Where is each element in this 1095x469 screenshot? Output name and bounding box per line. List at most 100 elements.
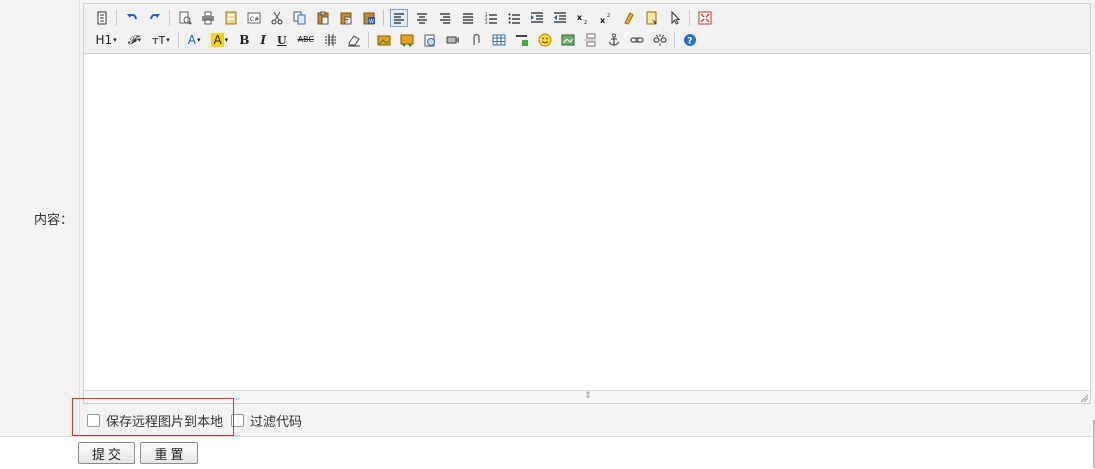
svg-text:2: 2 — [584, 20, 587, 25]
attachment-icon[interactable] — [467, 31, 485, 49]
fullscreen-icon[interactable] — [696, 9, 714, 27]
editor-toolbar: C# T W 1 2 3 x 2 x 2 H1 ▾ 𝓕 ▾ тT ▾ A ▾ A ▾ B I U ABC? — [84, 4, 1090, 54]
superscript-icon[interactable]: x2 — [597, 9, 615, 27]
toolbar-separator — [169, 10, 170, 26]
preview-icon[interactable] — [176, 9, 194, 27]
underline-icon[interactable]: U — [274, 31, 290, 49]
outdent-icon-glyph — [553, 12, 566, 23]
heading-icon[interactable]: H1 ▾ — [93, 31, 120, 49]
source-code-icon[interactable] — [93, 9, 111, 27]
label-column: 内容： — [0, 0, 80, 436]
source-code-icon-glyph — [97, 11, 106, 25]
copy-icon-glyph — [293, 11, 305, 25]
print-icon[interactable] — [199, 9, 217, 27]
media-icon[interactable] — [444, 31, 462, 49]
submit-button[interactable]: 提交 — [78, 442, 135, 464]
toolbar-separator — [116, 10, 117, 26]
vertical-resize-handle-icon[interactable]: ⇕ — [584, 392, 592, 401]
clear-format-icon[interactable] — [620, 9, 638, 27]
unlink-icon-glyph — [653, 34, 667, 46]
paste-icon[interactable] — [314, 9, 332, 27]
anchor-icon-glyph — [608, 33, 620, 46]
toolbar-row-1: C# T W 1 2 3 x 2 x 2 — [90, 7, 1090, 29]
fullscreen-icon-glyph — [698, 11, 711, 25]
eraser-icon[interactable] — [345, 31, 363, 49]
resize-grip-icon[interactable] — [1079, 393, 1089, 403]
save-remote-images-option[interactable]: 保存远程图片到本地 — [83, 411, 223, 430]
undo-icon-glyph — [126, 14, 137, 20]
font-family-icon[interactable]: 𝓕 ▾ — [125, 31, 144, 49]
multi-image-icon-glyph — [400, 34, 414, 47]
text-color-icon[interactable]: A ▾ — [185, 31, 204, 49]
dropdown-caret-icon: ▾ — [166, 35, 170, 44]
insert-icon-glyph — [515, 35, 528, 46]
flash-icon-glyph — [424, 34, 435, 47]
highlight-color-icon[interactable]: A ▾ — [208, 31, 231, 49]
unlink-icon[interactable] — [651, 31, 669, 49]
rich-text-editor: C# T W 1 2 3 x 2 x 2 H1 ▾ 𝓕 ▾ тT ▾ A ▾ A ▾ B I U ABC? ⇕ — [83, 3, 1091, 404]
cut-icon[interactable] — [268, 9, 286, 27]
subscript-icon[interactable]: x2 — [574, 9, 592, 27]
bold-icon[interactable]: B — [236, 31, 252, 49]
page-break-icon[interactable] — [582, 31, 600, 49]
content-column: C# T W 1 2 3 x 2 x 2 H1 ▾ 𝓕 ▾ тT ▾ A ▾ A ▾ B I U ABC? ⇕ 保存远程图片… — [80, 0, 1095, 436]
paste-icon-glyph — [317, 11, 328, 25]
toolbar-row-2: H1 ▾ 𝓕 ▾ тT ▾ A ▾ A ▾ B I U ABC? — [90, 29, 1090, 51]
template-icon-glyph — [225, 11, 236, 25]
toolbar-separator — [689, 10, 690, 26]
attachment-icon-glyph — [473, 33, 480, 45]
select-all-icon[interactable] — [643, 9, 661, 27]
reset-button[interactable]: 重置 — [140, 442, 198, 464]
toolbar-separator — [674, 32, 676, 48]
multi-image-icon[interactable] — [398, 31, 416, 49]
strikethrough-icon[interactable]: ABC — [295, 31, 317, 49]
image-icon[interactable] — [375, 31, 393, 49]
link-icon[interactable] — [628, 31, 646, 49]
align-right-icon-glyph — [439, 13, 450, 24]
indent-icon[interactable] — [528, 9, 546, 27]
copy-icon[interactable] — [291, 9, 309, 27]
filter-code-label: 过滤代码 — [250, 414, 303, 430]
horizontal-rule-icon[interactable] — [322, 31, 340, 49]
help-icon[interactable]: ? — [681, 31, 699, 49]
unordered-list-icon[interactable] — [505, 9, 523, 27]
table-icon[interactable] — [490, 31, 508, 49]
align-center-icon[interactable] — [413, 9, 431, 27]
dropdown-caret-icon: ▾ — [137, 35, 142, 44]
outdent-icon[interactable] — [551, 9, 569, 27]
help-icon-glyph: ? — [683, 34, 696, 47]
undo-icon[interactable] — [123, 9, 141, 27]
save-remote-images-checkbox[interactable] — [87, 413, 100, 427]
emoticon-icon[interactable] — [536, 31, 554, 49]
align-center-icon-glyph — [416, 13, 427, 24]
toolbar-separator — [368, 32, 370, 48]
insert-icon[interactable] — [513, 31, 531, 49]
align-right-icon[interactable] — [436, 9, 454, 27]
ordered-list-icon[interactable]: 123 — [482, 9, 500, 27]
template-icon[interactable] — [222, 9, 240, 27]
unordered-list-icon-glyph — [508, 13, 520, 24]
svg-text:2: 2 — [607, 13, 610, 19]
italic-icon[interactable]: I — [257, 31, 269, 49]
filter-code-checkbox[interactable] — [231, 413, 245, 427]
redo-icon[interactable] — [146, 9, 164, 27]
anchor-icon[interactable] — [605, 31, 623, 49]
flash-icon[interactable] — [421, 31, 439, 49]
map-icon[interactable] — [559, 31, 577, 49]
code-icon[interactable]: C# — [245, 9, 263, 27]
paste-text-icon[interactable]: T — [337, 9, 355, 27]
svg-text:x: x — [577, 13, 583, 22]
align-justify-icon[interactable] — [459, 9, 477, 27]
form-actions: 提交 重置 — [0, 436, 1095, 469]
paste-word-icon[interactable]: W — [360, 9, 378, 27]
editor-content-area[interactable] — [84, 54, 1090, 391]
filter-code-option[interactable]: 过滤代码 — [227, 411, 302, 430]
select-all-icon-glyph — [646, 11, 657, 25]
code-icon-glyph: C# — [247, 12, 260, 24]
select-cursor-icon[interactable] — [666, 9, 684, 27]
preview-icon-glyph — [179, 11, 192, 25]
clear-format-icon-glyph — [623, 12, 634, 25]
eraser-icon-glyph — [347, 35, 360, 47]
font-size-icon[interactable]: тT ▾ — [149, 31, 173, 49]
align-left-icon[interactable] — [389, 9, 408, 27]
